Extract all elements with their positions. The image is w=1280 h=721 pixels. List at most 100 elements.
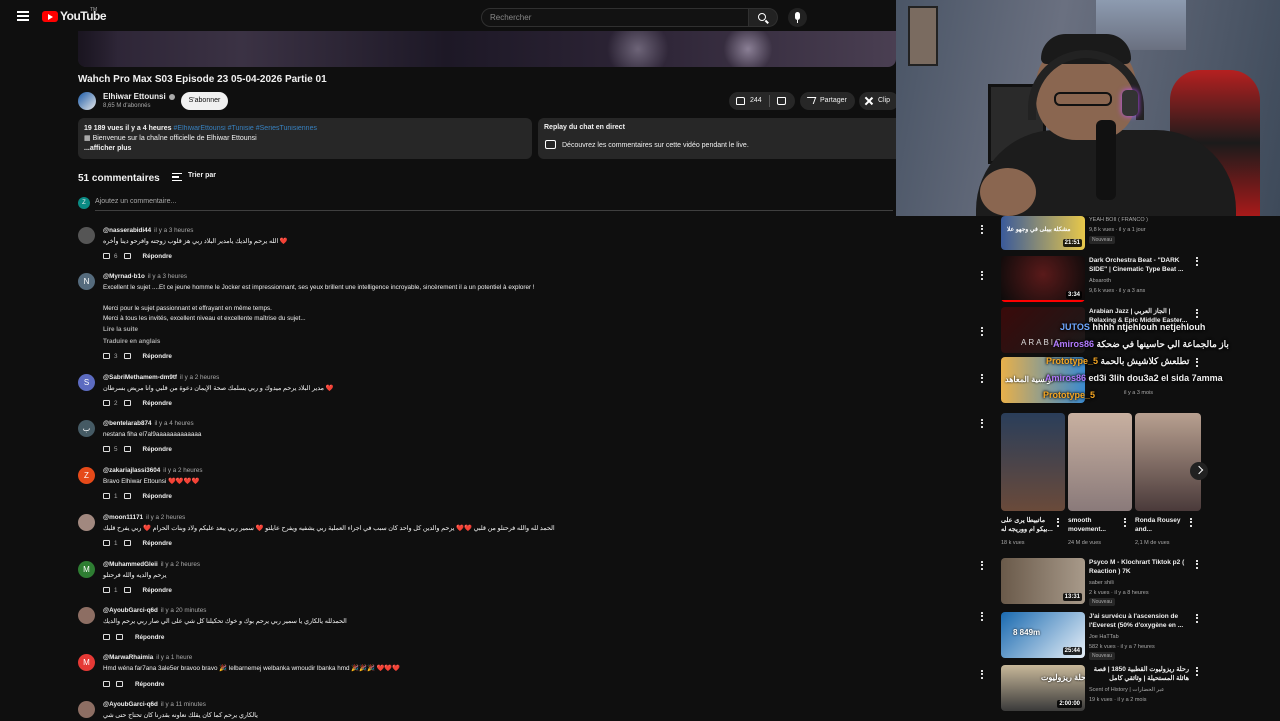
comment-avatar[interactable]: Z xyxy=(78,467,95,484)
comment-author[interactable]: @moon11171 xyxy=(103,514,143,521)
subscribe-button[interactable]: S'abonner xyxy=(181,92,228,110)
short-title[interactable]: Ronda Rousey and... xyxy=(1135,516,1189,534)
dislike-icon[interactable] xyxy=(123,540,131,547)
video-title[interactable]: J'ai survécu à l'ascension de l'Everest … xyxy=(1089,612,1189,630)
dislike-icon[interactable] xyxy=(123,587,131,594)
more-options-icon[interactable] xyxy=(1057,518,1059,527)
channel-name[interactable]: Elhiwar Ettounsi xyxy=(103,92,175,101)
comment-time[interactable]: il y a 3 heures xyxy=(148,273,187,280)
like-icon[interactable] xyxy=(103,587,110,594)
dislike-icon[interactable] xyxy=(123,446,131,453)
like-icon[interactable] xyxy=(103,634,110,641)
comment-author[interactable]: @Myrnad-b1o xyxy=(103,273,145,280)
video-channel[interactable]: Joe HaTTab xyxy=(1089,633,1119,641)
youtube-logo-icon[interactable] xyxy=(42,11,58,22)
short-title[interactable]: ماتبيطا يرى على ...بيكو ام ووريجه له xyxy=(1001,516,1055,534)
like-icon[interactable] xyxy=(736,97,745,105)
comment-author[interactable]: @bentelarab874 xyxy=(103,420,152,427)
comment-author[interactable]: @MarwaRhaimia xyxy=(103,654,153,661)
video-thumbnail[interactable]: 8 849m 25:44 xyxy=(1001,612,1085,658)
video-player[interactable] xyxy=(78,31,896,67)
comment-avatar[interactable]: S xyxy=(78,374,95,391)
comment-author[interactable]: @AyoubGarci-q6d xyxy=(103,607,158,614)
video-title[interactable]: Psyco M - Klochrart Tiktok p2 ( Reaction… xyxy=(1089,558,1189,576)
dislike-icon[interactable] xyxy=(123,253,131,260)
more-options-icon[interactable] xyxy=(1124,518,1126,527)
dislike-icon[interactable] xyxy=(123,493,131,500)
video-channel[interactable]: YEAH BOII ( FRANCO ) xyxy=(1089,216,1148,224)
reply-button[interactable]: Répondre xyxy=(135,681,164,688)
video-channel[interactable]: Absaroth xyxy=(1089,277,1111,285)
comment-time[interactable]: il y a 2 heures xyxy=(180,374,219,381)
comment-avatar[interactable] xyxy=(78,514,95,531)
like-icon[interactable] xyxy=(103,446,110,453)
voice-search-icon[interactable] xyxy=(788,8,807,27)
short-thumbnail[interactable] xyxy=(1001,413,1065,511)
comment-author[interactable]: @nasserabidi44 xyxy=(103,227,151,234)
more-options-icon[interactable] xyxy=(981,271,983,280)
dislike-icon[interactable] xyxy=(123,400,131,407)
search-button[interactable] xyxy=(749,8,778,27)
comment-avatar[interactable]: M xyxy=(78,561,95,578)
like-icon[interactable] xyxy=(103,400,110,407)
comment-avatar[interactable] xyxy=(78,227,95,244)
read-more-link[interactable]: Lire la suite xyxy=(103,326,138,333)
more-options-icon[interactable] xyxy=(1196,614,1198,623)
more-options-icon[interactable] xyxy=(981,612,983,621)
comment-avatar[interactable] xyxy=(78,701,95,718)
hashtags[interactable]: #ElhiwarEttounsi #Tunisie #SeriesTunisie… xyxy=(174,125,317,132)
video-thumbnail[interactable]: 3:34 xyxy=(1001,256,1085,302)
sort-icon[interactable] xyxy=(172,173,182,181)
description-box[interactable]: 19 189 vues il y a 4 heures #ElhiwarEtto… xyxy=(78,118,532,159)
short-thumbnail[interactable] xyxy=(1068,413,1132,511)
comment-avatar[interactable] xyxy=(78,607,95,624)
like-icon[interactable] xyxy=(103,540,110,547)
more-options-icon[interactable] xyxy=(981,561,983,570)
comment-avatar[interactable]: ب xyxy=(78,420,95,437)
reply-button[interactable]: Répondre xyxy=(143,400,172,407)
channel-avatar[interactable] xyxy=(78,92,96,110)
short-thumbnail[interactable] xyxy=(1135,413,1201,511)
video-thumbnail[interactable]: رحلة ريزوليوت 2:00:00 xyxy=(1001,665,1085,711)
like-icon[interactable] xyxy=(103,353,110,360)
reply-button[interactable]: Répondre xyxy=(143,587,172,594)
youtube-logo-text[interactable]: YouTube xyxy=(60,9,107,23)
more-options-icon[interactable] xyxy=(1196,257,1198,266)
comment-author[interactable]: @SabriMethamem-dm9tf xyxy=(103,374,177,381)
reply-button[interactable]: Répondre xyxy=(143,493,172,500)
share-button[interactable]: Partager xyxy=(800,92,855,110)
more-options-icon[interactable] xyxy=(981,327,983,336)
like-icon[interactable] xyxy=(103,681,110,688)
more-options-icon[interactable] xyxy=(981,670,983,679)
search-input[interactable]: Rechercher xyxy=(481,8,749,27)
dislike-icon[interactable] xyxy=(116,634,123,641)
more-options-icon[interactable] xyxy=(1196,560,1198,569)
dislike-icon[interactable] xyxy=(777,97,786,105)
more-options-icon[interactable] xyxy=(1196,358,1198,367)
video-channel[interactable]: saber shili xyxy=(1089,579,1114,587)
add-comment-input[interactable]: Ajoutez un commentaire... xyxy=(95,198,176,205)
like-icon[interactable] xyxy=(103,493,110,500)
clip-button[interactable]: Clip xyxy=(859,92,899,110)
more-options-icon[interactable] xyxy=(981,374,983,383)
comment-time[interactable]: il y a 3 heures xyxy=(154,227,193,234)
comment-time[interactable]: il y a 1 heure xyxy=(156,654,192,661)
more-options-icon[interactable] xyxy=(1196,667,1198,676)
video-channel[interactable]: Scent of History | عبر الحضارات xyxy=(1089,686,1164,694)
dislike-icon[interactable] xyxy=(123,353,131,360)
video-title[interactable]: Dark Orchestra Beat - "DARK SIDE" | Cine… xyxy=(1089,256,1189,274)
show-more-link[interactable]: ...afficher plus xyxy=(84,144,526,154)
more-options-icon[interactable] xyxy=(1190,518,1192,527)
more-options-icon[interactable] xyxy=(981,419,983,428)
comment-avatar[interactable]: N xyxy=(78,273,95,290)
comment-time[interactable]: il y a 11 minutes xyxy=(161,701,206,708)
comment-time[interactable]: il y a 2 heures xyxy=(163,467,202,474)
comment-time[interactable]: il y a 20 minutes xyxy=(161,607,207,614)
comment-time[interactable]: il y a 2 heures xyxy=(146,514,185,521)
sort-button[interactable]: Trier par xyxy=(188,172,216,179)
more-options-icon[interactable] xyxy=(981,225,983,234)
reply-button[interactable]: Répondre xyxy=(143,540,172,547)
menu-icon[interactable] xyxy=(17,11,29,21)
video-thumbnail[interactable]: 13:31 xyxy=(1001,558,1085,604)
chat-replay-box[interactable]: Replay du chat en direct Découvrez les c… xyxy=(538,118,896,159)
